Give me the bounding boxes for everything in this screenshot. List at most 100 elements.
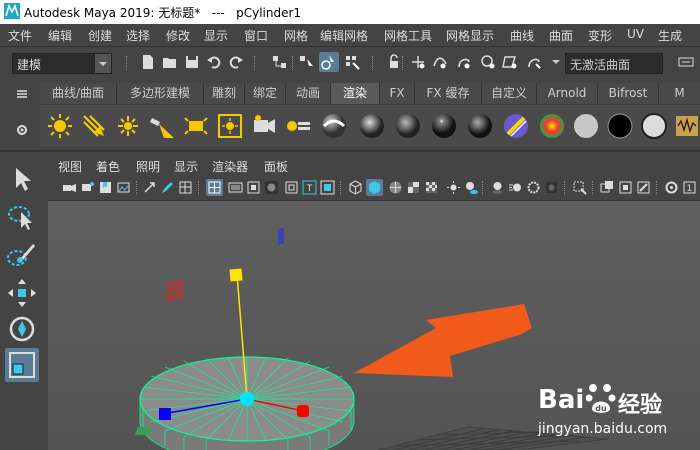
open-scene-icon[interactable]	[162, 54, 178, 70]
camera-icon[interactable]	[250, 112, 278, 140]
scale-tool-button[interactable]	[5, 348, 39, 382]
wireframe-on-shaded-icon[interactable]	[388, 180, 403, 195]
tab-more[interactable]: M	[659, 83, 700, 104]
tab-sculpting[interactable]: 雕刻	[204, 83, 245, 104]
tab-rigging[interactable]: 绑定	[245, 83, 286, 104]
snap-to-point-icon[interactable]	[456, 54, 472, 70]
select-camera-icon[interactable]	[62, 180, 77, 195]
area-light-icon[interactable]	[182, 112, 210, 140]
image-plane-icon[interactable]	[116, 180, 131, 195]
tab-bifrost[interactable]: Bifrost	[598, 83, 659, 104]
snap-to-projected-center-icon[interactable]	[480, 54, 496, 70]
tab-arnold[interactable]: Arnold	[537, 83, 598, 104]
tab-rendering[interactable]: 渲染	[331, 83, 380, 104]
undo-icon[interactable]	[206, 54, 222, 70]
save-scene-icon[interactable]	[184, 54, 200, 70]
lambert-material-icon[interactable]	[320, 112, 348, 140]
menu-display[interactable]: 显示	[204, 27, 228, 44]
menu-edit-mesh[interactable]: 编辑网格	[320, 27, 368, 44]
safe-action-icon[interactable]: T	[302, 180, 317, 195]
xray-joints-icon[interactable]	[618, 180, 633, 195]
shadows-icon[interactable]	[464, 180, 479, 195]
shelf-menu-icon[interactable]	[16, 88, 28, 100]
menu-surfaces[interactable]: 曲面	[549, 27, 573, 44]
menu-mesh[interactable]: 网格	[284, 27, 308, 44]
volume-light-icon[interactable]	[216, 112, 244, 140]
redo-icon[interactable]	[228, 54, 244, 70]
xray-active-components-icon[interactable]	[636, 180, 651, 195]
menu-mesh-tools[interactable]: 网格工具	[384, 27, 432, 44]
menu-file[interactable]: 文件	[8, 27, 32, 44]
smooth-shade-button[interactable]	[366, 179, 383, 196]
surface-shader-icon[interactable]	[572, 112, 600, 140]
menu-windows[interactable]: 窗口	[244, 27, 268, 44]
anisotropic-material-icon[interactable]	[466, 112, 494, 140]
panel-menu-show[interactable]: 显示	[174, 158, 198, 175]
hypershade-icon[interactable]	[676, 112, 698, 140]
live-surface-field[interactable]: 无激活曲面	[565, 53, 663, 74]
directional-light-icon[interactable]	[80, 112, 108, 140]
paint-select-icon[interactable]	[5, 238, 39, 272]
snap-to-curve-icon[interactable]	[432, 54, 448, 70]
select-by-component-button[interactable]	[319, 52, 339, 72]
use-background-shader-icon[interactable]	[606, 112, 634, 140]
ambient-light-icon[interactable]	[46, 112, 74, 140]
screen-space-ao-icon[interactable]	[490, 180, 505, 195]
2d-pan-zoom-icon[interactable]	[142, 180, 157, 195]
tab-fx-caching[interactable]: FX 缓存	[415, 83, 482, 104]
tab-poly-modeling[interactable]: 多边形建模	[117, 83, 204, 104]
move-tool-icon[interactable]	[5, 276, 39, 310]
resolution-gate-icon[interactable]	[246, 180, 261, 195]
phong-material-icon[interactable]	[394, 112, 422, 140]
anti-aliasing-icon[interactable]	[526, 180, 541, 195]
menu-generate[interactable]: 生成	[658, 27, 682, 44]
xray-icon[interactable]	[600, 180, 615, 195]
grease-pencil-icon[interactable]	[160, 180, 175, 195]
select-by-object-icon[interactable]	[298, 54, 314, 70]
bookmarks-icon[interactable]	[98, 180, 113, 195]
chevron-down-icon[interactable]	[548, 54, 564, 70]
menu-uv[interactable]: UV	[627, 27, 644, 41]
snap-to-view-plane-icon[interactable]	[502, 54, 518, 70]
point-light-icon[interactable]	[114, 112, 142, 140]
safe-title-icon[interactable]	[320, 180, 335, 195]
blinn-material-icon[interactable]	[358, 112, 386, 140]
textured-icon[interactable]	[406, 180, 421, 195]
checker-icon[interactable]	[424, 180, 439, 195]
panel-menu-lighting[interactable]: 照明	[136, 158, 160, 175]
ramp-shader-icon[interactable]	[538, 112, 566, 140]
tab-fx[interactable]: FX	[380, 83, 415, 104]
use-all-lights-icon[interactable]	[446, 180, 461, 195]
panel-menu-renderer[interactable]: 渲染器	[212, 158, 248, 175]
gate-mask-icon[interactable]	[264, 180, 279, 195]
layered-shader-icon[interactable]	[502, 112, 530, 140]
menu-curves[interactable]: 曲线	[510, 27, 534, 44]
tab-curves-surfaces[interactable]: 曲线/曲面	[40, 83, 117, 104]
select-arrow-icon[interactable]	[5, 162, 39, 196]
lock-selection-icon[interactable]	[386, 54, 402, 70]
motion-blur-icon[interactable]	[508, 180, 523, 195]
field-chart-icon[interactable]	[284, 180, 299, 195]
depth-of-field-icon[interactable]	[544, 180, 559, 195]
make-live-icon[interactable]	[526, 54, 542, 70]
gear-icon[interactable]	[16, 124, 28, 136]
input-line-icon[interactable]	[678, 54, 694, 70]
exposure-icon[interactable]	[664, 180, 679, 195]
panel-menu-panels[interactable]: 面板	[264, 158, 288, 175]
menu-modify[interactable]: 修改	[166, 27, 190, 44]
isolate-select-icon[interactable]	[572, 180, 587, 195]
spot-light-icon[interactable]	[148, 112, 176, 140]
camera-attributes-icon[interactable]	[80, 180, 95, 195]
camera-aim-icon[interactable]	[284, 112, 312, 140]
menu-mesh-display[interactable]: 网格显示	[446, 27, 494, 44]
snap-to-grid-icon[interactable]	[410, 54, 426, 70]
new-scene-icon[interactable]	[140, 54, 156, 70]
menu-deform[interactable]: 变形	[588, 27, 612, 44]
menu-edit[interactable]: 编辑	[48, 27, 72, 44]
menu-select[interactable]: 选择	[126, 27, 150, 44]
film-gate-icon[interactable]	[228, 180, 243, 195]
tab-animation[interactable]: 动画	[286, 83, 331, 104]
grid-toggle-button[interactable]	[206, 179, 223, 196]
panel-menu-shading[interactable]: 着色	[96, 158, 120, 175]
panel-menu-view[interactable]: 视图	[58, 158, 82, 175]
